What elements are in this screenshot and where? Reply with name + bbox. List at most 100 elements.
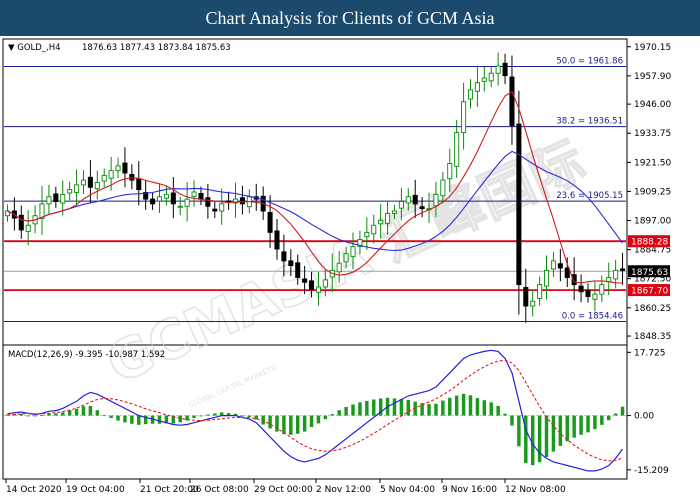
macd-histogram-bar: [206, 414, 210, 416]
time-axis-tick-label: 9 Nov 16:00: [442, 485, 497, 495]
candle-body: [80, 179, 87, 186]
candle-body: [537, 284, 543, 299]
price-axis-tag-label: 1888.28: [631, 238, 668, 248]
macd-histogram-bar: [365, 400, 369, 416]
macd-histogram-bar: [116, 415, 120, 421]
candle-body: [343, 253, 349, 263]
price-axis-tick-label: 1921.50: [634, 158, 671, 168]
price-axis-tag-label: 1875.63: [631, 268, 668, 278]
macd-histogram-bar: [240, 415, 245, 417]
macd-histogram-bar: [323, 415, 328, 420]
macd-histogram-bar: [95, 410, 100, 416]
candle-body: [543, 269, 550, 287]
macd-histogram-bar: [510, 415, 514, 426]
trading-chart[interactable]: GCMASIA 汇峰国际 GLOBAL CAPITAL MARKETS 1970…: [0, 36, 700, 500]
macd-histogram-bar: [427, 404, 431, 416]
macd-axis-tick-label: 0.00: [634, 412, 654, 422]
candle-body: [239, 197, 245, 205]
macd-histogram-bar: [137, 415, 141, 425]
time-axis-tick-label: 12 Nov 08:00: [505, 485, 566, 495]
candle-body: [364, 231, 370, 238]
candle-body: [94, 182, 100, 190]
macd-histogram-bar: [496, 405, 500, 416]
candle-body: [170, 192, 176, 205]
fib-level-label: 38.2 = 1936.51: [556, 117, 623, 127]
price-axis-tick-label: 1848.35: [634, 332, 671, 342]
candle-body: [398, 201, 404, 209]
macd-histogram-bar: [558, 415, 563, 446]
candle-body: [385, 212, 391, 224]
candle-body: [46, 196, 52, 205]
candle-body: [108, 170, 114, 179]
candle-body: [163, 193, 169, 199]
macd-histogram-bar: [475, 398, 480, 416]
macd-histogram-bar: [434, 403, 438, 416]
candle-body: [136, 178, 142, 191]
candle-body: [198, 192, 204, 200]
candle-body: [419, 206, 425, 210]
price-axis-tick-label: 1957.90: [634, 72, 671, 82]
candle-body: [440, 179, 446, 197]
macd-histogram-bar: [620, 406, 625, 416]
macd-histogram-bar: [461, 393, 466, 416]
candle-body: [302, 278, 308, 283]
time-axis-tick-label: 5 Nov 04:00: [380, 485, 435, 495]
candle-body: [405, 196, 411, 204]
candle-body: [226, 200, 232, 203]
candle-body: [433, 193, 439, 207]
chart-banner-title: Chart Analysis for Clients of GCM Asia: [0, 0, 700, 36]
candle-body: [295, 262, 301, 278]
candle-body: [219, 203, 225, 212]
price-axis-tick-label: 1909.25: [634, 187, 671, 197]
price-axis-tick-label: 1946.00: [634, 100, 671, 110]
macd-histogram-bar: [33, 415, 37, 417]
macd-histogram-bar: [441, 400, 445, 416]
macd-histogram-bar: [351, 404, 355, 416]
macd-histogram-bar: [454, 395, 459, 416]
candle-body: [60, 193, 66, 204]
candle-body: [523, 287, 529, 307]
candle-body: [530, 300, 536, 307]
macd-histogram-bar: [123, 415, 127, 423]
macd-histogram-bar: [572, 415, 576, 438]
macd-histogram-bar: [178, 415, 182, 423]
candle-body: [309, 280, 315, 290]
macd-histogram-bar: [40, 415, 44, 417]
macd-histogram-bar: [593, 415, 597, 430]
candle-body: [336, 262, 342, 273]
candle-body: [191, 191, 197, 197]
candle-body: [101, 174, 107, 182]
candle-body: [87, 176, 93, 188]
macd-histogram-bar: [517, 415, 521, 447]
macd-axis-tick-label: 17.725: [634, 348, 666, 358]
candle-body: [150, 198, 156, 205]
macd-histogram-bar: [600, 415, 604, 425]
macd-histogram-bar: [289, 415, 293, 435]
time-axis-tick-label: 2 Nov 12:00: [316, 485, 371, 495]
candle-body: [205, 197, 211, 207]
macd-histogram-bar: [102, 414, 106, 416]
price-axis-tick-label: 1897.00: [634, 217, 671, 227]
time-axis-tick-label: 19 Oct 04:00: [66, 485, 125, 495]
candle-body: [53, 193, 59, 202]
candle-body: [461, 101, 467, 134]
macd-header-label: MACD(12,26,9) -9.395 -10.987 1.592: [8, 350, 165, 360]
candle-body: [281, 251, 287, 262]
candle-body: [592, 293, 598, 300]
macd-histogram-bar: [406, 399, 411, 416]
price-axis-tick-label: 1860.25: [634, 304, 671, 314]
candle-body: [620, 268, 626, 271]
macd-histogram-bar: [309, 415, 314, 427]
macd-histogram-bar: [81, 406, 86, 416]
chart-ohlc-label: 1876.63 1877.43 1873.84 1875.63: [82, 43, 231, 53]
macd-histogram-bar: [586, 415, 590, 433]
price-axis-tick-label: 1933.75: [634, 129, 671, 139]
candle-body: [454, 132, 460, 167]
macd-histogram-bar: [489, 402, 493, 416]
macd-histogram-bar: [302, 415, 307, 432]
candle-body: [267, 211, 273, 233]
candle-body: [315, 286, 321, 293]
candle-body: [274, 230, 280, 250]
candle-body: [467, 89, 474, 100]
macd-histogram-bar: [392, 398, 397, 416]
